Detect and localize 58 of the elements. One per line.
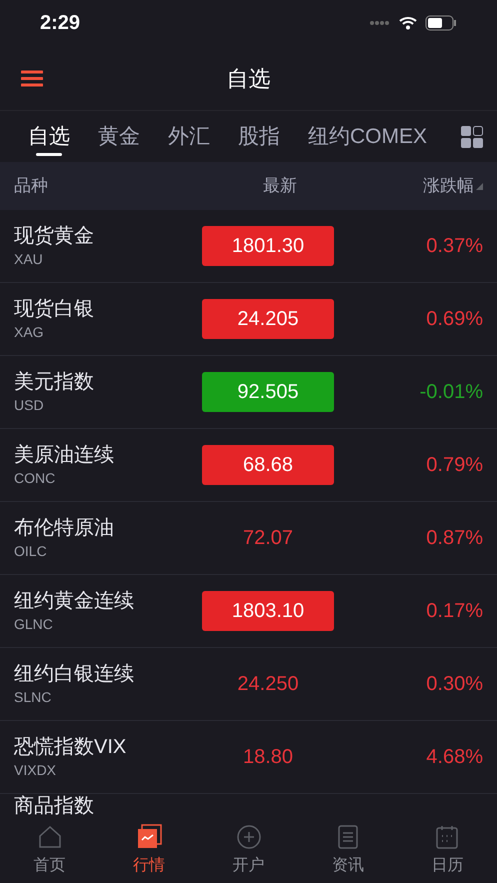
instrument-name: 现货白银: [14, 296, 95, 322]
instrument-name: 美原油连续: [14, 442, 115, 468]
change-percent: 0.17%: [425, 599, 483, 624]
change-percent: 0.87%: [425, 526, 483, 551]
instrument-code: CONC: [14, 468, 56, 488]
column-header: 最新: [262, 175, 298, 198]
instrument-code: USD: [14, 396, 45, 414]
category-tab[interactable]: 纽约COMEX: [308, 111, 428, 162]
price-tag: 18.80: [202, 737, 334, 777]
change-percent: 0.79%: [425, 453, 483, 478]
change-percent: 0.30%: [425, 672, 483, 697]
instrument-name: 商品指数: [14, 795, 95, 817]
signal-icon: [369, 20, 391, 26]
menu-icon[interactable]: [21, 70, 43, 86]
nav-tab[interactable]: 开户: [198, 818, 298, 883]
grid-icon[interactable]: [461, 126, 483, 148]
category-tab[interactable]: 外汇: [168, 111, 210, 162]
home-icon: [36, 824, 63, 850]
nav-tab[interactable]: 首页: [0, 818, 100, 883]
instrument-code: SLNC: [14, 688, 52, 706]
instrument-name: 纽约白银连续: [14, 662, 135, 686]
nav-tab[interactable]: 资讯: [298, 818, 398, 883]
price-tag: 1803.10: [202, 591, 334, 631]
instrument-name: 布伦特原油: [14, 516, 115, 540]
chart-icon: [136, 824, 162, 850]
column-header[interactable]: 涨跌幅: [423, 173, 474, 199]
price-tag: 1801.30: [202, 226, 334, 266]
instrument-name: 恐慌指数VIX: [14, 734, 128, 760]
column-header: 品种: [14, 175, 49, 198]
plus-icon: [236, 824, 262, 850]
price-tag: 24.250: [202, 664, 334, 704]
calendar-icon: [434, 824, 460, 850]
wifi-icon: [399, 16, 417, 30]
instrument-code: GLNC: [14, 614, 54, 634]
category-tab[interactable]: 黄金: [98, 111, 140, 162]
change-percent: -0.01%: [418, 380, 483, 405]
sort-icon[interactable]: [476, 182, 483, 190]
category-tab[interactable]: 自选: [28, 111, 70, 162]
page-title: 自选: [226, 64, 270, 92]
battery-icon: [425, 15, 457, 31]
nav-tab[interactable]: 日历: [398, 818, 497, 883]
instrument-code: VIXDX: [14, 760, 58, 780]
change-percent: 0.69%: [425, 307, 483, 332]
instrument-name: 纽约黄金连续: [14, 588, 135, 614]
instrument-code: OILC: [14, 542, 48, 560]
price-tag: 68.68: [202, 445, 334, 485]
status-time: 2:29: [40, 11, 80, 36]
change-percent: 4.68%: [425, 745, 483, 770]
instrument-code: XAG: [14, 322, 45, 342]
price-tag: 72.07: [202, 518, 334, 558]
instrument-code: XAU: [14, 250, 44, 268]
nav-tab[interactable]: 行情: [99, 818, 199, 883]
change-percent: 0.37%: [425, 234, 483, 259]
price-tag: 92.505: [202, 372, 334, 412]
instrument-name: 现货黄金: [14, 224, 95, 248]
category-tab[interactable]: 股指: [238, 111, 280, 162]
instrument-name: 美元指数: [14, 370, 95, 394]
price-tag: 24.205: [202, 299, 334, 339]
